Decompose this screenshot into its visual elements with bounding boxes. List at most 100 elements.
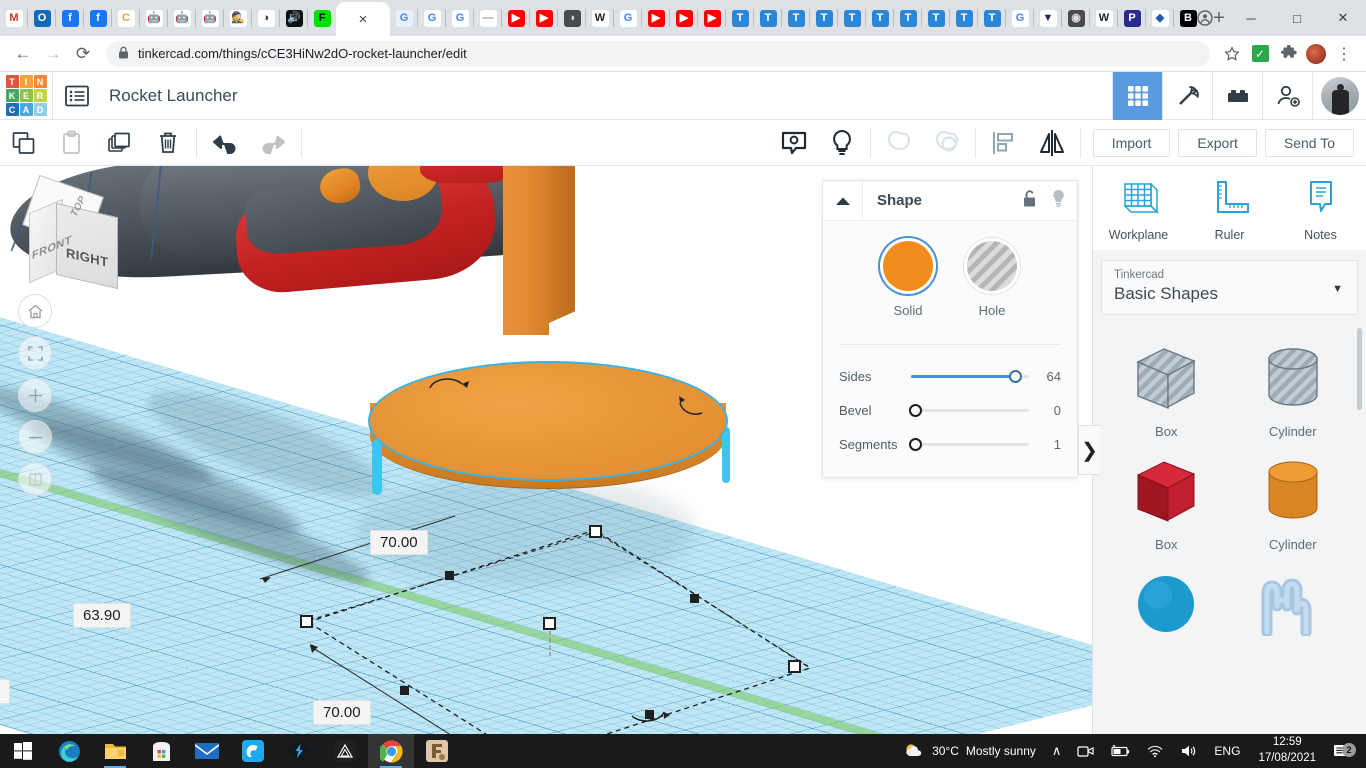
hole-mode-option[interactable]: Hole xyxy=(967,241,1017,318)
redo-button[interactable] xyxy=(249,120,297,166)
minimize-window-button[interactable]: ─ xyxy=(1228,0,1274,36)
browser-tab-gt[interactable]: G xyxy=(390,0,418,36)
blocks-grid-button[interactable] xyxy=(1112,72,1162,120)
browser-tab-google[interactable]: G xyxy=(446,0,474,36)
extensions-puzzle-icon[interactable] xyxy=(1274,40,1302,68)
export-button[interactable]: Export xyxy=(1178,129,1256,157)
workplane-tool[interactable]: Workplane xyxy=(1102,176,1176,242)
unlocked-padlock-icon[interactable] xyxy=(1021,189,1038,213)
shape-library-select[interactable]: Tinkercad Basic Shapes ▼ xyxy=(1101,260,1358,315)
flash-button[interactable] xyxy=(276,734,322,768)
language-indicator[interactable]: ENG xyxy=(1206,744,1248,758)
forward-button[interactable]: → xyxy=(38,39,68,69)
browser-tab-chrome-dark[interactable]: ◑ xyxy=(558,0,586,36)
bookmark-star-icon[interactable] xyxy=(1218,40,1246,68)
view-mode-button[interactable] xyxy=(18,462,52,496)
pickaxe-button[interactable] xyxy=(1162,72,1212,120)
hole-hatch-swatch[interactable] xyxy=(967,241,1017,291)
view-cube[interactable]: RIGHT FRONT TOP xyxy=(22,188,152,298)
sidebar-collapse-button[interactable]: ❯ xyxy=(1078,425,1100,475)
chrome-button[interactable] xyxy=(368,734,414,768)
zoom-in-button[interactable] xyxy=(18,378,52,412)
browser-tab-tinkercad[interactable]: T xyxy=(978,0,1006,36)
fusion-button[interactable] xyxy=(414,734,460,768)
shape-panel-collapse-button[interactable] xyxy=(823,181,863,221)
mail-button[interactable] xyxy=(184,734,230,768)
dim-edge-label[interactable]: 0 xyxy=(0,679,10,704)
browser-menu-icon[interactable]: ⋮ xyxy=(1330,40,1358,68)
browser-tab-tinkercad[interactable]: T xyxy=(810,0,838,36)
browser-tab-p21[interactable]: P xyxy=(1118,0,1146,36)
dim-offset-label[interactable]: 63.90 xyxy=(73,603,131,628)
sidebar-scrollbar[interactable] xyxy=(1357,328,1362,410)
browser-tab-fish[interactable]: ◆ xyxy=(1146,0,1174,36)
dim-length-label[interactable]: 70.00 xyxy=(370,530,428,555)
align-button[interactable] xyxy=(980,120,1028,166)
active-browser-tab[interactable]: × xyxy=(336,2,390,36)
user-avatar-button[interactable] xyxy=(1312,72,1366,120)
send-to-button[interactable]: Send To xyxy=(1265,129,1354,157)
shape-item-cylinder[interactable]: Cylinder xyxy=(1230,445,1357,552)
copy-button[interactable] xyxy=(0,120,48,166)
close-window-button[interactable]: ✕ xyxy=(1320,0,1366,36)
mirror-button[interactable] xyxy=(1028,120,1076,166)
profile-chip-icon[interactable] xyxy=(1182,0,1228,36)
shape-item-scribble[interactable] xyxy=(1230,558,1357,650)
browser-tab-globe[interactable]: ◑ xyxy=(252,0,280,36)
light-button[interactable] xyxy=(818,120,866,166)
browser-tab-wikipedia[interactable]: W xyxy=(586,0,614,36)
close-tab-icon[interactable]: × xyxy=(359,11,368,28)
ungroup-button[interactable] xyxy=(923,120,971,166)
browser-tab-wikipedia[interactable]: W xyxy=(1090,0,1118,36)
delete-button[interactable] xyxy=(144,120,192,166)
group-button[interactable] xyxy=(875,120,923,166)
maximize-window-button[interactable]: □ xyxy=(1274,0,1320,36)
lightbulb-icon[interactable] xyxy=(1050,188,1067,213)
camera-icon[interactable] xyxy=(1069,744,1102,758)
browser-tab-youtube[interactable]: ▶ xyxy=(502,0,530,36)
clock[interactable]: 12:59 17/08/2021 xyxy=(1248,735,1326,766)
tray-expand-chevron-icon[interactable]: ∧ xyxy=(1044,743,1070,759)
browser-tab-google[interactable]: G xyxy=(614,0,642,36)
browser-tab-tinkercad[interactable]: T xyxy=(894,0,922,36)
tinkercad-logo[interactable]: TINKERCAD xyxy=(0,72,52,120)
shape-item-box[interactable]: Box xyxy=(1103,445,1230,552)
battery-icon[interactable] xyxy=(1102,745,1138,758)
weather-widget[interactable]: 30°C Mostly sunny xyxy=(896,742,1044,760)
browser-tab-tinkercad[interactable]: T xyxy=(726,0,754,36)
solid-mode-option[interactable]: Solid xyxy=(883,241,933,318)
back-button[interactable]: ← xyxy=(8,39,38,69)
browser-tab-tinkercad[interactable]: T xyxy=(754,0,782,36)
browser-tab-google[interactable]: G xyxy=(1006,0,1034,36)
browser-tab-tinkercad[interactable]: T xyxy=(922,0,950,36)
shape-item-cylinder-hatched[interactable]: Cylinder xyxy=(1230,332,1357,439)
start-button[interactable] xyxy=(0,734,46,768)
browser-tab-flash[interactable]: F xyxy=(308,0,336,36)
browser-tab-gmail[interactable]: M xyxy=(0,0,28,36)
browser-profile-avatar[interactable] xyxy=(1302,40,1330,68)
browser-tab-youtube[interactable]: ▶ xyxy=(698,0,726,36)
browser-tab-tinkercad[interactable]: T xyxy=(782,0,810,36)
undo-button[interactable] xyxy=(201,120,249,166)
bevel-slider[interactable] xyxy=(911,402,1029,418)
browser-tab-chrome-dev[interactable]: ◉ xyxy=(1062,0,1090,36)
browser-tab-robot[interactable]: 🤖 xyxy=(140,0,168,36)
sides-slider[interactable] xyxy=(911,368,1029,384)
paste-button[interactable] xyxy=(48,120,96,166)
volume-icon[interactable] xyxy=(1172,744,1206,758)
store-button[interactable] xyxy=(138,734,184,768)
design-panel-icon[interactable] xyxy=(53,72,101,120)
selected-cylinder-model[interactable] xyxy=(368,361,728,511)
invite-person-button[interactable] xyxy=(1262,72,1312,120)
dim-width-label[interactable]: 70.00 xyxy=(313,700,371,725)
edge-button[interactable] xyxy=(46,734,92,768)
design-title[interactable]: Rocket Launcher xyxy=(109,86,238,106)
lego-brick-button[interactable] xyxy=(1212,72,1262,120)
segments-slider[interactable] xyxy=(911,436,1029,452)
browser-tab-tinkercad[interactable]: T xyxy=(950,0,978,36)
import-button[interactable]: Import xyxy=(1093,129,1171,157)
file-explorer-button[interactable] xyxy=(92,734,138,768)
extension-check-icon[interactable]: ✓ xyxy=(1246,40,1274,68)
autodesk-button[interactable] xyxy=(322,734,368,768)
cisco-button[interactable] xyxy=(230,734,276,768)
